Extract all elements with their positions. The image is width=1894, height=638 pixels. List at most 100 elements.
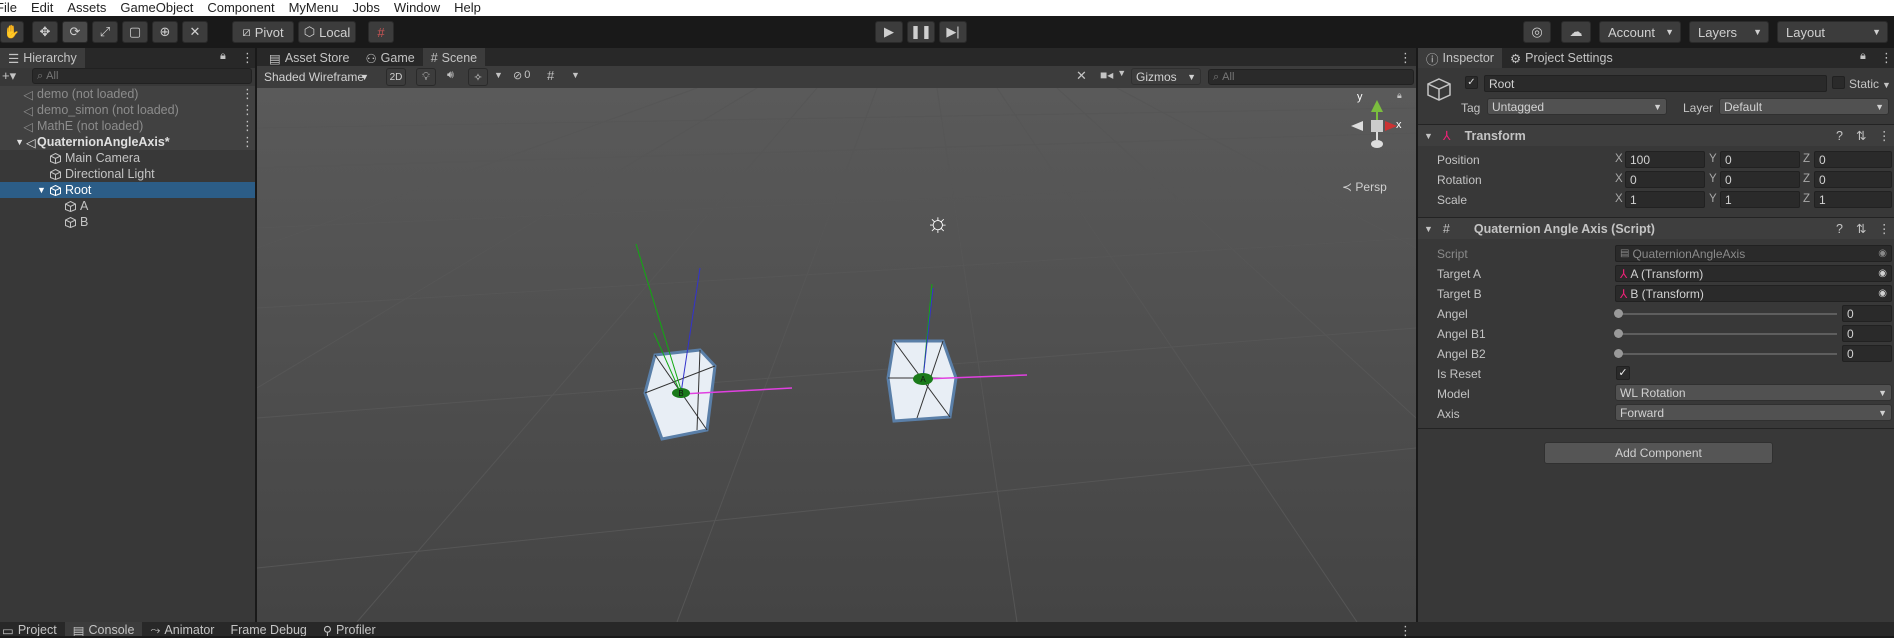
camera-settings-button[interactable]: ■◂ ▼ [1100,68,1126,82]
kebab-menu-icon[interactable]: ⋮ [241,51,254,64]
tools-button[interactable]: ✕ [1076,68,1087,84]
menu-gameobject[interactable]: GameObject [120,0,193,16]
angel-slider-knob[interactable] [1614,309,1623,318]
shading-mode-dropdown[interactable]: Shaded Wireframe ▼ [259,68,374,85]
custom-tool-button[interactable]: ✕ [182,21,208,43]
chevron-down-icon[interactable]: ▼ [494,70,503,80]
hierarchy-item-a[interactable]: A [0,198,255,214]
hierarchy-scene-row[interactable]: ◁ demo_simon (not loaded) ⋮ [0,102,255,118]
position-z-input[interactable]: 0 [1814,151,1892,168]
angel-b1-slider-knob[interactable] [1614,329,1623,338]
gizmos-dropdown[interactable]: Gizmos ▼ [1131,68,1201,85]
target-a-field[interactable]: ⅄ A (Transform) ◉ [1615,265,1892,282]
lock-icon[interactable]: 🔒︎ [220,50,226,63]
rotation-z-input[interactable]: 0 [1814,171,1892,188]
cloud-button[interactable]: ☁ [1561,21,1591,43]
object-picker-icon[interactable]: ◉ [1878,288,1887,299]
add-component-button[interactable]: Add Component [1544,442,1773,464]
position-y-input[interactable]: 0 [1720,151,1800,168]
lock-icon[interactable]: 🔒︎ [1397,90,1402,101]
rect-tool-button[interactable]: ▢ [122,21,148,43]
layers-dropdown[interactable]: Layers ▼ [1689,21,1769,43]
lighting-toggle-button[interactable]: 💡︎ [416,68,436,86]
tab-project-settings[interactable]: ⚙ Project Settings [1502,48,1621,68]
tab-asset-store[interactable]: ▤ Asset Store [261,48,357,68]
kebab-menu-icon[interactable]: ⋮ [241,103,254,116]
hierarchy-item-root[interactable]: ▼ Root [0,182,255,198]
play-button[interactable]: ▶ [875,21,903,43]
move-tool-button[interactable]: ✥ [32,21,58,43]
perspective-toggle[interactable]: ≺ Persp [1342,180,1387,194]
kebab-menu-icon[interactable]: ⋮ [241,119,254,132]
active-checkbox[interactable]: ✓ [1465,76,1478,89]
angel-value-input[interactable]: 0 [1842,305,1892,322]
angel-b2-slider-knob[interactable] [1614,349,1623,358]
angel-slider-track[interactable] [1618,313,1837,315]
axis-dropdown[interactable]: Forward ▼ [1615,404,1892,421]
menu-edit[interactable]: Edit [31,0,53,16]
scene-viewport[interactable]: B A ☼ y x 🔒︎ ≺ Persp [257,88,1416,622]
directional-light-sun-icon[interactable]: ☼ [926,209,950,235]
layer-dropdown[interactable]: Default ▼ [1719,98,1889,115]
position-x-input[interactable]: 100 [1625,151,1705,168]
tab-scene[interactable]: # Scene [422,48,486,68]
kebab-menu-icon[interactable]: ⋮ [241,135,254,148]
static-dropdown[interactable]: Static ▼ [1849,77,1891,91]
angel-b1-slider-track[interactable] [1618,333,1837,335]
local-button[interactable]: ⬡ Local [298,21,356,43]
hand-tool-button[interactable]: ✋ [0,21,24,43]
grid-toggle-button[interactable]: # [547,68,554,83]
help-icon[interactable]: ? [1836,129,1843,143]
kebab-menu-icon[interactable]: ⋮ [1880,51,1893,64]
tab-game[interactable]: ⚇ Game [357,48,422,68]
static-checkbox[interactable] [1832,76,1845,89]
kebab-menu-icon[interactable]: ⋮ [1399,51,1412,64]
tab-hierarchy[interactable]: ☰ Hierarchy [0,48,85,68]
hierarchy-scene-row[interactable]: ◁ MathE (not loaded) ⋮ [0,118,255,134]
effects-toggle-button[interactable]: ✧ [468,68,488,86]
angel-b2-slider-track[interactable] [1618,353,1837,355]
hierarchy-scene-row-active[interactable]: ▼ ◁ QuaternionAngleAxis* ⋮ [0,134,255,150]
is-reset-checkbox[interactable]: ✓ [1616,366,1630,380]
menu-mymenu[interactable]: MyMenu [289,0,339,16]
tag-dropdown[interactable]: Untagged ▼ [1487,98,1667,115]
scale-x-input[interactable]: 1 [1625,191,1705,208]
script-component-header[interactable]: ▼ # Quaternion Angle Axis (Script) ? ⇅ ⋮ [1418,217,1894,239]
hierarchy-scene-row[interactable]: ◁ demo (not loaded) ⋮ [0,86,255,102]
hierarchy-item-directional-light[interactable]: Directional Light [0,166,255,182]
pivot-button[interactable]: ⧄ Pivot [232,21,294,43]
tab-console[interactable]: ▤ Console [64,622,143,636]
menu-help[interactable]: Help [454,0,481,16]
hierarchy-item-b[interactable]: B [0,214,255,230]
scale-y-input[interactable]: 1 [1720,191,1800,208]
preset-icon[interactable]: ⇅ [1856,128,1866,143]
collab-button[interactable]: ◎ [1523,21,1551,43]
tab-frame-debug[interactable]: Frame Debug [222,622,314,636]
account-dropdown[interactable]: Account ▼ [1599,21,1681,43]
kebab-menu-icon[interactable]: ⋮ [1878,221,1891,236]
scale-tool-button[interactable]: ⤢ [92,21,118,43]
transform-header[interactable]: ▼ ⅄ Transform ? ⇅ ⋮ [1418,124,1894,146]
help-icon[interactable]: ? [1836,222,1843,236]
orientation-gizmo[interactable] [1337,90,1412,180]
menu-assets[interactable]: Assets [67,0,106,16]
kebab-menu-icon[interactable]: ⋮ [241,87,254,100]
expand-arrow-icon[interactable]: ▼ [37,185,50,195]
model-dropdown[interactable]: WL Rotation ▼ [1615,384,1892,401]
2d-toggle-button[interactable]: 2D [386,68,406,86]
object-picker-icon[interactable]: ◉ [1878,268,1887,279]
step-button[interactable]: ▶| [939,21,967,43]
hidden-objects-toggle[interactable]: ⊘ 0 [513,69,530,82]
hierarchy-search-input[interactable]: ⌕ All [32,68,252,84]
kebab-menu-icon[interactable]: ⋮ [1878,128,1891,143]
audio-toggle-button[interactable]: 🔊︎ [447,69,454,82]
preset-icon[interactable]: ⇅ [1856,221,1866,236]
pause-button[interactable]: ❚❚ [907,21,935,43]
hierarchy-item-main-camera[interactable]: Main Camera [0,150,255,166]
chevron-down-icon[interactable]: ▼ [571,70,580,80]
rotation-y-input[interactable]: 0 [1720,171,1800,188]
layout-dropdown[interactable]: Layout ▼ [1777,21,1888,43]
rotation-x-input[interactable]: 0 [1625,171,1705,188]
grid-snap-button[interactable]: # [368,21,394,43]
tab-inspector[interactable]: ⓘ Inspector [1418,48,1502,68]
